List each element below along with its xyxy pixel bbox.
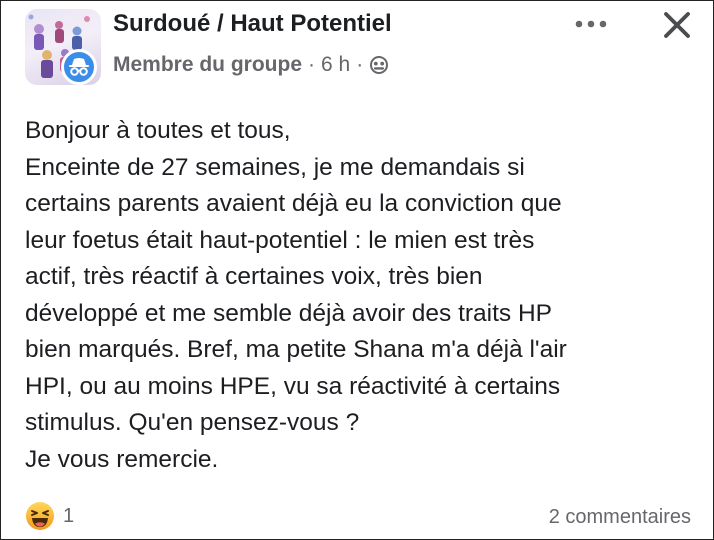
haha-reaction-icon	[26, 502, 54, 530]
anonymous-member-badge	[61, 49, 97, 85]
post-text-line: développé et me semble déjà avoir des tr…	[25, 299, 553, 327]
author-role: Membre du groupe	[113, 53, 303, 76]
post-card: Surdoué / Haut Potentiel Membre du group…	[0, 0, 714, 540]
more-dots-icon	[575, 20, 607, 28]
more-options-button[interactable]	[571, 9, 611, 39]
post-text-line: certains parents avaient déjà eu la conv…	[25, 190, 562, 217]
post-time-link[interactable]: 6 h	[321, 53, 350, 77]
post-text-line: stimulus. Qu'en pensez-vous ?	[25, 409, 360, 436]
close-icon	[664, 12, 690, 38]
reaction-count: 1	[63, 504, 75, 527]
post-text-line: HPI, ou au moins HPE, vu sa réactivité à…	[25, 372, 561, 400]
post-text-line: Je vous remercie.	[25, 445, 219, 473]
post-text-line: Bonjour à toutes et tous,	[25, 117, 291, 144]
post-text-line: actif, très réactif à certaines voix, tr…	[25, 263, 483, 290]
post-meta: Membre du groupe · 6 h ·	[113, 53, 389, 77]
post-text-line: leur foetus était haut-potentiel : le mi…	[25, 226, 535, 254]
post-text-line: bien marqués. Bref, ma petite Shana m'a …	[25, 336, 567, 363]
group-name-link[interactable]: Surdoué / Haut Potentiel	[113, 10, 392, 38]
post-text-line: Enceinte de 27 semaines, je me demandais…	[25, 153, 525, 181]
reactions-summary[interactable]: 1	[25, 501, 74, 531]
group-audience-icon	[370, 56, 389, 74]
meta-separator: ·	[308, 53, 316, 76]
close-post-button[interactable]	[655, 5, 699, 45]
meta-separator: ·	[356, 53, 364, 76]
anonymous-incognito-icon	[69, 58, 89, 76]
comments-count-link[interactable]: 2 commentaires	[549, 506, 691, 529]
post-text: Bonjour à toutes et tous, Enceinte de 27…	[25, 113, 695, 478]
